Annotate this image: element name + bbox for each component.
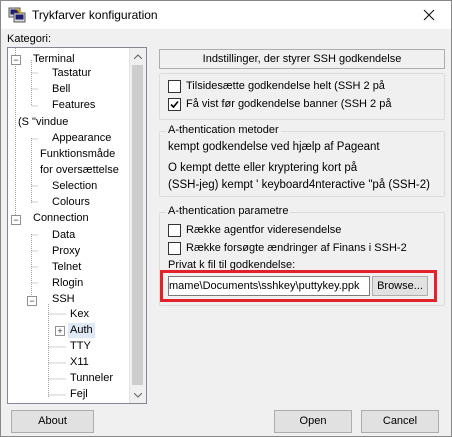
expand-toggle-auth[interactable]: + — [55, 326, 65, 336]
scroll-up-arrow-icon[interactable] — [130, 48, 146, 64]
collapse-toggle-terminal[interactable]: − — [11, 55, 21, 65]
putty-app-icon — [8, 6, 26, 24]
auth-params-title: A-thentication parametre — [166, 205, 291, 217]
checkmark-icon — [170, 100, 179, 108]
tree-item-x11[interactable]: X11 — [70, 355, 89, 370]
tree-item-auth[interactable]: Auth — [68, 323, 95, 338]
agent-forwarding-checkbox-row[interactable]: Række agentfor videresendelse — [168, 222, 341, 238]
agent-forwarding-checkbox[interactable] — [168, 223, 181, 237]
window-title: Trykfarver konfiguration — [32, 8, 158, 22]
tree-item-features[interactable]: Features — [52, 98, 95, 113]
tree-item-behaviour[interactable]: Funktionsmåde — [40, 147, 115, 162]
private-key-label: Privat k fil til godkendelse: — [168, 259, 296, 271]
cancel-button[interactable]: Cancel — [361, 410, 439, 433]
tree-item-bell[interactable]: Bell — [52, 82, 70, 97]
allow-username-change-label: Række forsøgte ændringer af Finans i SSH… — [186, 242, 407, 254]
bypass-auth-checkbox-row[interactable]: Tilsidesætte godkendelse helt (SSH 2 på — [168, 78, 385, 94]
close-button[interactable] — [407, 1, 451, 29]
show-banner-checkbox-row[interactable]: Få vist før godkendelse banner (SSH 2 på — [168, 96, 391, 112]
tree-item-rlogin[interactable]: Rlogin — [52, 276, 83, 291]
tree-item-ssh[interactable]: SSH — [52, 292, 75, 307]
private-key-input[interactable]: mame\Documents\sshkey\puttykey.ppk — [168, 276, 370, 296]
category-label: Kategori: — [7, 33, 52, 45]
config-window: Trykfarver konfiguration Kategori: − Ter… — [0, 0, 452, 437]
show-banner-label: Få vist før godkendelse banner (SSH 2 på — [186, 98, 392, 110]
scroll-down-arrow-icon[interactable] — [130, 387, 146, 403]
tree-item-translation[interactable]: for oversættelse — [40, 163, 119, 178]
allow-username-change-checkbox[interactable] — [168, 241, 181, 255]
bypass-auth-label: Tilsidesætte godkendelse helt (SSH 2 på — [186, 80, 385, 92]
about-button[interactable]: About — [11, 410, 94, 433]
tree-item-selection[interactable]: Selection — [52, 179, 97, 194]
tree-item-window[interactable]: (S "vindue — [18, 115, 68, 130]
category-tree[interactable]: − Terminal Tastatur Bell Features (S "vi… — [7, 47, 147, 404]
tree-item-bugs[interactable]: Fejl — [70, 387, 88, 402]
bypass-auth-checkbox[interactable] — [168, 79, 181, 93]
panel-header: Indstillinger, der styrer SSH godkendels… — [159, 49, 445, 69]
open-button[interactable]: Open — [274, 410, 352, 433]
private-key-value: mame\Documents\sshkey\puttykey.ppk — [169, 280, 360, 292]
tree-item-kex[interactable]: Kex — [70, 307, 89, 322]
method-cryptocard-text: O kempt dette eller kryptering kort på — [168, 162, 358, 174]
method-pageant-text: kempt godkendelse ved hjælp af Pageant — [168, 141, 380, 153]
tree-item-proxy[interactable]: Proxy — [52, 244, 80, 259]
tree-item-tastatur[interactable]: Tastatur — [52, 66, 91, 81]
tree-scrollbar[interactable] — [129, 48, 146, 403]
tree-item-colours[interactable]: Colours — [52, 195, 90, 210]
close-icon — [423, 9, 435, 21]
tree-item-appearance[interactable]: Appearance — [52, 131, 111, 146]
tree-item-terminal[interactable]: Terminal — [33, 52, 75, 67]
show-banner-checkbox[interactable] — [168, 97, 181, 111]
tree-item-telnet[interactable]: Telnet — [52, 260, 81, 275]
tree-item-connection[interactable]: Connection — [33, 211, 89, 226]
allow-username-change-checkbox-row[interactable]: Række forsøgte ændringer af Finans i SSH… — [168, 240, 407, 256]
collapse-toggle-connection[interactable]: − — [11, 215, 21, 225]
auth-methods-title: A-thentication metoder — [166, 124, 281, 136]
browse-button[interactable]: Browse... — [372, 276, 428, 296]
agent-forwarding-label: Række agentfor videresendelse — [186, 224, 342, 236]
tree-item-tty[interactable]: TTY — [70, 339, 91, 354]
tree-item-tunnels[interactable]: Tunneler — [70, 371, 113, 386]
title-bar: Trykfarver konfiguration — [1, 1, 451, 29]
collapse-toggle-ssh[interactable]: − — [27, 296, 37, 306]
tree-item-data[interactable]: Data — [52, 228, 75, 243]
scroll-thumb[interactable] — [132, 65, 143, 385]
method-keyboard-interactive-text: (SSH-jeg) kempt ' keyboard4nteractive "p… — [168, 179, 430, 191]
